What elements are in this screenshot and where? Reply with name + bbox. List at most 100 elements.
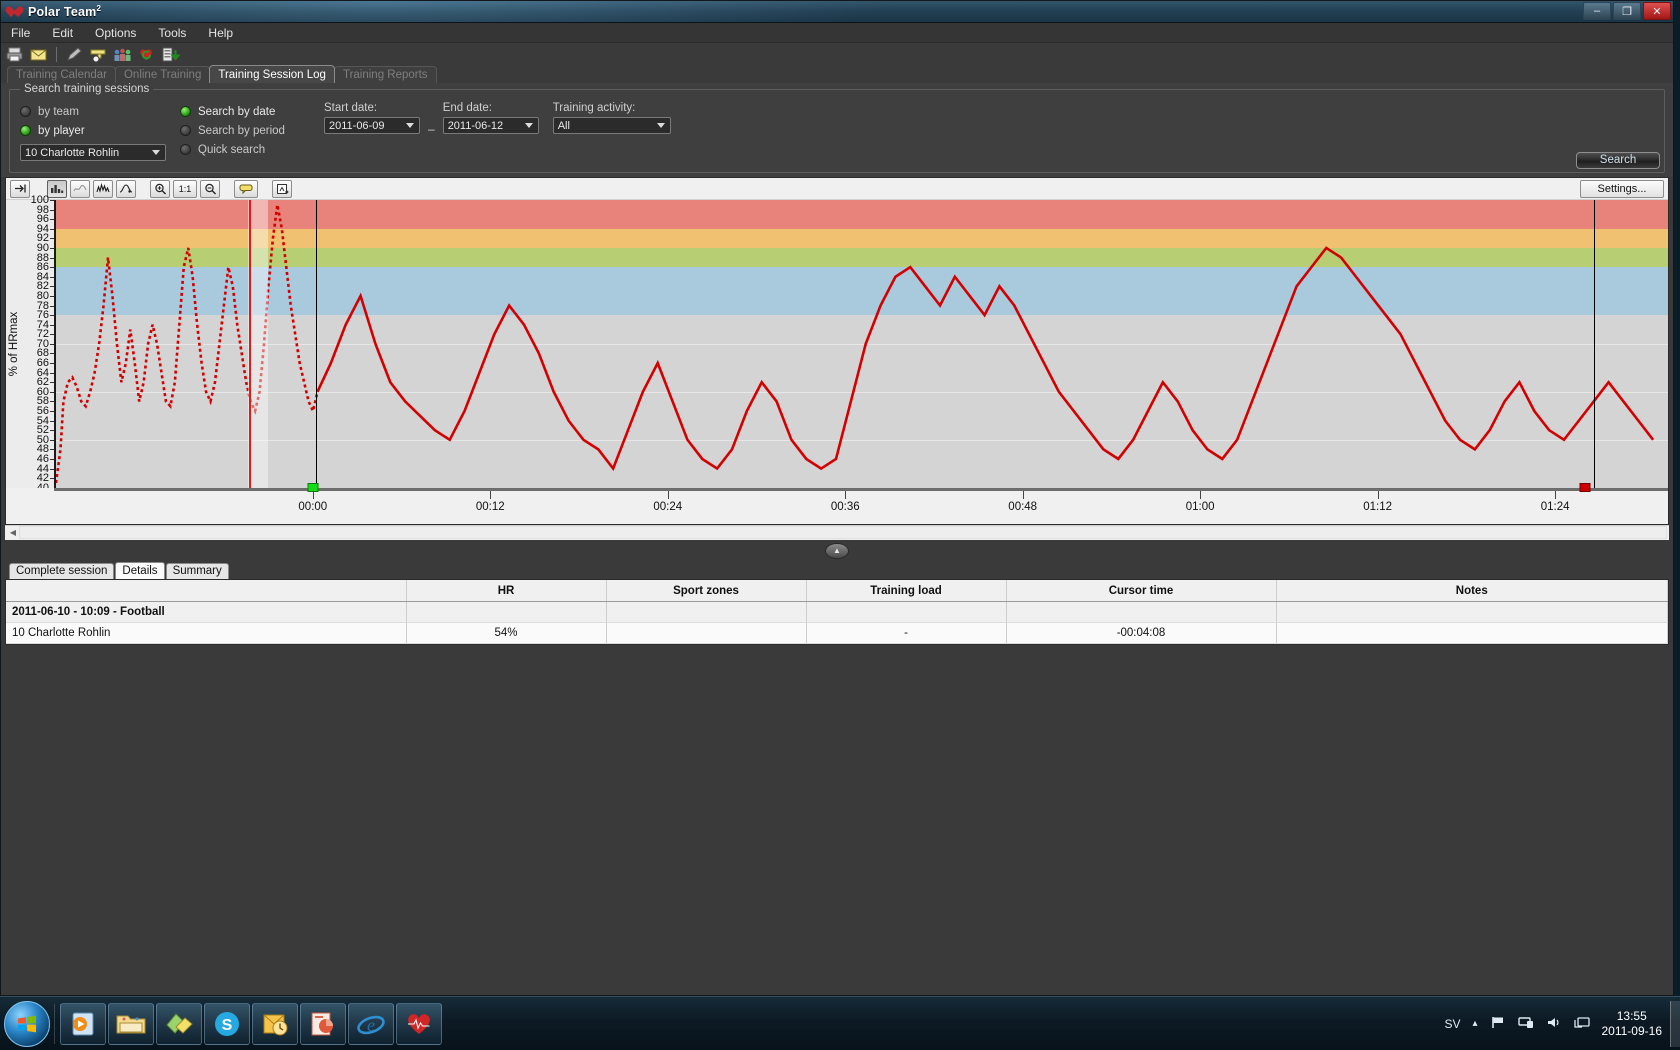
tab-training-session-log[interactable]: Training Session Log — [209, 65, 335, 83]
tab-training-reports[interactable]: Training Reports — [333, 66, 437, 83]
close-button[interactable]: ✕ — [1643, 2, 1671, 20]
cursor-red-selection[interactable] — [249, 200, 252, 488]
zoom-reset-button[interactable]: 1:1 — [173, 179, 197, 198]
tab-online-training[interactable]: Online Training — [114, 66, 211, 83]
details-table-container: HR Sport zones Training load Cursor time… — [5, 578, 1669, 646]
mail-icon[interactable] — [29, 46, 48, 63]
main-tab-strip: Training Calendar Online Training Traini… — [1, 65, 1673, 83]
show-hidden-icons-icon[interactable]: ▴ — [1472, 1018, 1477, 1029]
search-button[interactable]: Search — [1576, 152, 1660, 169]
taskbar-internet-explorer[interactable]: e — [348, 1002, 394, 1045]
x-axis-tick-mark — [1377, 490, 1379, 499]
maximize-button[interactable]: ❐ — [1613, 2, 1641, 20]
window-titlebar: Polar Team2 – ❐ ✕ — [1, 1, 1673, 23]
menu-bar: File Edit Options Tools Help — [1, 23, 1673, 43]
radio-search-by-date[interactable]: Search by date — [180, 102, 320, 121]
end-date-input[interactable]: 2011-06-12 — [442, 117, 539, 134]
scroll-left-arrow-icon[interactable]: ◀ — [7, 526, 19, 539]
menu-item-options[interactable]: Options — [95, 26, 136, 40]
action-center-flag-icon[interactable] — [1490, 1015, 1506, 1033]
minimize-button[interactable]: – — [1583, 2, 1611, 20]
application-toolbar — [1, 43, 1673, 65]
player-select[interactable]: 10 Charlotte Rohlin — [20, 144, 166, 161]
menu-item-tools[interactable]: Tools — [158, 26, 186, 40]
polar-team-window: Polar Team2 – ❐ ✕ File Edit Options Tool… — [0, 0, 1674, 996]
tab-training-calendar[interactable]: Training Calendar — [7, 66, 116, 83]
session-end-marker[interactable] — [1579, 482, 1591, 492]
volume-icon[interactable] — [1546, 1015, 1562, 1033]
column-header-training-load[interactable]: Training load — [806, 579, 1007, 603]
add-record-icon[interactable] — [89, 46, 108, 63]
player-hr-cell: 54% — [406, 622, 607, 645]
chart-horizontal-scrollbar[interactable]: ◀ — [5, 524, 1669, 540]
collapse-panel-button[interactable] — [10, 179, 30, 198]
svg-text:e: e — [367, 1015, 375, 1035]
splitter-collapse-icon[interactable]: ▲ — [825, 542, 849, 559]
column-header-sport-zones[interactable]: Sport zones — [606, 579, 807, 603]
session-cursor-time-cell — [1006, 601, 1277, 624]
team-group-icon[interactable] — [113, 46, 132, 63]
start-date-label: Start date: — [324, 102, 378, 114]
radio-label-by-player: by player — [38, 124, 85, 137]
smooth-curve-view-button[interactable] — [70, 179, 90, 198]
bar-curve-view-button[interactable] — [47, 179, 67, 198]
radio-by-team[interactable]: by team — [20, 102, 180, 121]
radio-by-player[interactable]: by player — [20, 121, 180, 140]
tab-summary[interactable]: Summary — [165, 562, 229, 579]
chart-settings-button[interactable]: Settings... — [1580, 179, 1664, 198]
chevron-down-icon — [152, 150, 160, 155]
menu-item-edit[interactable]: Edit — [52, 26, 73, 40]
heart-sync-icon[interactable] — [137, 46, 156, 63]
menu-item-file[interactable]: File — [11, 26, 30, 40]
taskbar-powerpoint[interactable] — [300, 1002, 346, 1045]
hr-chart-panel: 1:1 Settings... % of HRmax 100 98 96 94 92 90… — [5, 177, 1669, 525]
taskbar-skype[interactable]: S — [204, 1002, 250, 1045]
table-row[interactable]: 10 Charlotte Rohlin 54% - -00:04:08 — [6, 622, 1668, 645]
taskbar-sticky-notes[interactable] — [156, 1002, 202, 1045]
column-header-cursor-time[interactable]: Cursor time — [1006, 579, 1277, 603]
taskbar-polar-team[interactable] — [396, 1002, 442, 1045]
tab-complete-session[interactable]: Complete session — [9, 562, 115, 579]
zoom-in-button[interactable] — [150, 179, 170, 198]
raw-curve-view-button[interactable] — [93, 179, 113, 198]
radio-search-by-period[interactable]: Search by period — [180, 121, 320, 140]
tooltip-toggle-button[interactable] — [234, 179, 258, 198]
edit-pencil-icon[interactable] — [65, 46, 84, 63]
start-date-field: Start date: 2011-06-09 — [324, 102, 420, 134]
system-tray: SV ▴ 13:55 2011-09-16 — [1444, 1009, 1670, 1039]
print-icon[interactable] — [5, 46, 24, 63]
training-activity-select[interactable]: All — [552, 117, 671, 134]
taskbar-outlook[interactable] — [252, 1002, 298, 1045]
scrollbar-track[interactable] — [19, 526, 1667, 540]
zoom-out-button[interactable] — [200, 179, 220, 198]
table-row[interactable]: 2011-06-10 - 10:09 - Football — [6, 601, 1668, 624]
start-date-input[interactable]: 2011-06-09 — [324, 117, 420, 134]
taskbar-separator — [54, 1003, 55, 1044]
x-axis-tick-mark — [1200, 490, 1202, 499]
show-desktop-button[interactable] — [1670, 1000, 1680, 1047]
tab-details[interactable]: Details — [115, 561, 165, 579]
cursor-black-end[interactable] — [1593, 200, 1595, 488]
taskbar-media-player[interactable] — [60, 1002, 106, 1045]
taskbar-clock[interactable]: 13:55 2011-09-16 — [1602, 1009, 1663, 1039]
column-header-name[interactable] — [6, 579, 407, 603]
search-scope-group: by team by player 10 Charlotte Rohlin — [20, 102, 180, 161]
radio-dot-by-player — [20, 125, 31, 136]
y-axis: % of HRmax 100 98 96 94 92 90 88 86 84 82 80 78 76 74… — [6, 194, 54, 494]
radio-quick-search[interactable]: Quick search — [180, 140, 320, 159]
menu-item-help[interactable]: Help — [208, 26, 233, 40]
panel-splitter[interactable]: ▲ — [1, 539, 1673, 562]
display-icon[interactable] — [1573, 1015, 1590, 1033]
markers-view-button[interactable] — [116, 179, 136, 198]
hr-trace-plot[interactable] — [54, 200, 1668, 488]
cursor-black-start[interactable] — [316, 200, 317, 488]
language-indicator[interactable]: SV — [1444, 1017, 1460, 1031]
export-data-icon[interactable] — [161, 46, 181, 63]
network-icon[interactable] — [1517, 1015, 1534, 1033]
start-button[interactable] — [4, 1000, 50, 1047]
export-chart-button[interactable] — [272, 179, 292, 198]
column-header-notes[interactable]: Notes — [1276, 579, 1668, 603]
session-start-marker[interactable] — [307, 482, 319, 492]
column-header-hr[interactable]: HR — [406, 579, 607, 603]
taskbar-explorer[interactable] — [108, 1002, 154, 1045]
